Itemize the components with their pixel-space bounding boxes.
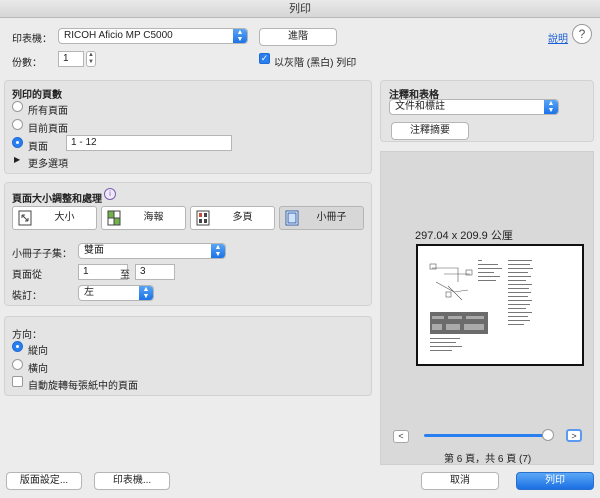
binding-label: 裝訂： [12,291,42,302]
window-title: 列印 [0,0,600,18]
preview-page [416,244,584,366]
booklet-subset-label: 小冊子子集： [12,249,72,260]
booklet-subset-value: 雙面 [84,245,104,256]
mode-size-button[interactable]: 大小 [12,206,97,230]
chevron-updown-icon: ▲ ▼ [211,244,225,258]
more-options-toggle[interactable]: 更多選項 [28,155,68,170]
radio-all-pages[interactable] [12,101,23,112]
portrait-label: 縱向 [28,346,48,357]
poster-icon [107,210,121,226]
chevron-updown-icon: ▲ ▼ [544,100,558,114]
help-icon[interactable]: ? [572,24,592,44]
advanced-button[interactable]: 進階 [259,28,337,46]
mode-poster-button[interactable]: 海報 [101,206,186,230]
previous-page-button[interactable]: < [393,430,409,443]
mode-booklet-label: 小冊子 [316,212,347,223]
printer-settings-button[interactable]: 印表機... [94,472,170,490]
page-slider-knob[interactable] [542,429,554,441]
printer-label: 印表機： [12,34,52,45]
print-button[interactable]: 列印 [516,472,594,490]
info-icon[interactable]: i [104,188,116,200]
grayscale-label: 以灰階 (黑白) 列印 [274,58,357,69]
comments-summary-button[interactable]: 注釋摘要 [391,122,469,140]
pages-from-label: 頁面從 [12,270,42,281]
mode-multiple-label: 多頁 [232,212,253,223]
multiple-pages-icon [196,210,210,226]
all-pages-label: 所有頁面 [28,106,68,117]
auto-rotate-checkbox[interactable] [12,376,23,387]
cancel-button[interactable]: 取消 [421,472,499,490]
mode-poster-label: 海報 [143,212,164,223]
printer-select[interactable]: RICOH Aficio MP C5000 ▲ ▼ [58,28,248,44]
chevron-updown-icon: ▲ ▼ [233,29,247,43]
copies-label: 份數： [12,58,42,69]
page-slider-track[interactable] [424,434,548,437]
radio-current-page[interactable] [12,119,23,130]
copies-input[interactable]: 1 [58,51,84,67]
printer-select-value: RICOH Aficio MP C5000 [64,30,173,41]
help-link[interactable]: 說明 [548,30,568,45]
orientation-title: 方向： [12,330,42,341]
page-range-input[interactable]: 1 - 12 [66,135,232,151]
page-range-label: 頁面 [28,142,48,153]
page-setup-button[interactable]: 版面設定... [6,472,82,490]
landscape-label: 橫向 [28,364,48,375]
paper-size-label: 297.04 x 209.9 公厘 [415,230,513,242]
disclosure-triangle-icon[interactable]: ▶ [14,155,20,164]
comments-select[interactable]: 文件和標註 ▲ ▼ [389,99,559,115]
grayscale-checkbox[interactable]: ✓ [259,53,270,64]
preview-content-thumbnail [429,260,533,351]
radio-landscape[interactable] [12,359,23,370]
current-page-label: 目前頁面 [28,124,68,135]
mode-multiple-button[interactable]: 多頁 [190,206,275,230]
chevron-updown-icon: ▲ ▼ [139,286,153,300]
booklet-subset-select[interactable]: 雙面 ▲ ▼ [78,243,226,259]
mode-size-label: 大小 [54,212,75,223]
binding-select[interactable]: 左 ▲ ▼ [78,285,154,301]
booklet-icon [285,210,299,226]
page-resize-icon [18,210,32,226]
binding-value: 左 [84,287,94,298]
radio-page-range[interactable] [12,137,23,148]
auto-rotate-label: 自動旋轉每張紙中的頁面 [28,381,138,392]
layout-section-title: 頁面大小調整和處理 [12,194,102,205]
pages-section-title: 列印的頁數 [12,90,62,101]
pages-to-label: 至 [120,270,130,281]
next-page-button[interactable]: > [566,429,582,442]
copies-stepper[interactable]: ▲ ▼ [86,51,96,67]
mode-booklet-button[interactable]: 小冊子 [279,206,364,230]
comments-select-value: 文件和標註 [395,101,445,112]
page-indicator: 第 6 頁，共 6 頁 (7) [444,454,532,465]
radio-portrait[interactable] [12,341,23,352]
pages-to-input[interactable]: 3 [135,264,175,280]
